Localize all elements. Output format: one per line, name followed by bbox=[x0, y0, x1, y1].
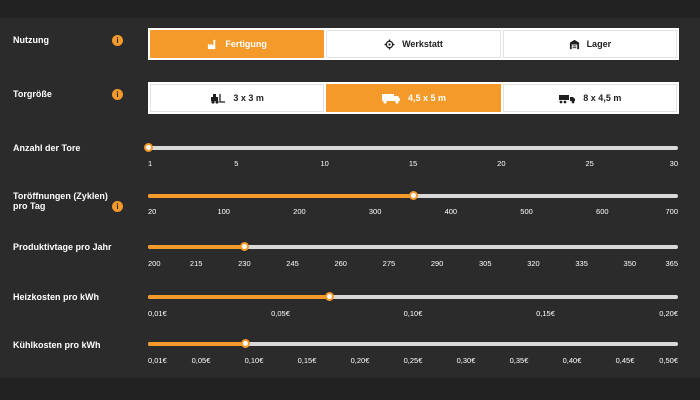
tick-label: 0,35€ bbox=[509, 356, 529, 365]
slider-fill bbox=[148, 245, 245, 249]
heizkosten-ticks: 0,01€ 0,05€ 0,10€ 0,15€ 0,20€ bbox=[148, 309, 678, 319]
tick-label: 0,25€ bbox=[403, 356, 423, 365]
option-label: 3 x 3 m bbox=[233, 93, 264, 103]
tick-label: 0,10€ bbox=[403, 309, 423, 318]
forklift-icon bbox=[211, 93, 226, 104]
anzahl-label: Anzahl der Tore bbox=[13, 143, 81, 153]
slider-thumb[interactable] bbox=[241, 339, 251, 348]
option-label: 4,5 x 5 m bbox=[407, 93, 446, 103]
nutzung-segmented-control: Fertigung Werkstatt Lager bbox=[148, 28, 679, 60]
slider-fill bbox=[148, 342, 246, 346]
option-label: Lager bbox=[586, 39, 612, 49]
truck-icon bbox=[381, 93, 400, 104]
oeffnungen-slider[interactable] bbox=[148, 191, 678, 201]
slider-thumb[interactable] bbox=[240, 242, 250, 251]
tick-label: 260 bbox=[334, 259, 347, 268]
option-label: 8 x 4,5 m bbox=[583, 93, 622, 103]
tick-label: 0,40€ bbox=[562, 356, 582, 365]
slider-fill bbox=[148, 295, 330, 299]
factory-icon bbox=[208, 39, 216, 49]
tick-label: 30 bbox=[669, 159, 678, 168]
tick-label: 335 bbox=[575, 259, 588, 268]
tick-label: 0,50€ bbox=[659, 356, 678, 365]
tick-label: 245 bbox=[286, 259, 299, 268]
tick-label: 5 bbox=[234, 159, 239, 168]
tick-label: 0,15€ bbox=[536, 309, 555, 318]
wrench-gear-icon bbox=[384, 38, 395, 50]
tick-label: 0,20€ bbox=[659, 309, 678, 318]
heizkosten-slider[interactable] bbox=[148, 292, 678, 302]
info-icon[interactable]: i bbox=[112, 35, 123, 46]
slider-track bbox=[148, 146, 678, 150]
tick-label: 200 bbox=[148, 259, 161, 268]
nutzung-label: Nutzung bbox=[13, 35, 49, 45]
slider-thumb[interactable] bbox=[409, 191, 418, 200]
nutzung-option-werkstatt[interactable]: Werkstatt bbox=[326, 30, 501, 58]
tick-label: 0,05€ bbox=[191, 356, 211, 365]
tick-label: 20 bbox=[148, 207, 157, 216]
tick-label: 0,05€ bbox=[271, 309, 290, 318]
tick-label: 300 bbox=[368, 207, 382, 216]
tick-label: 0,15€ bbox=[297, 356, 317, 365]
produktivtage-label: Produktivtage pro Jahr bbox=[13, 242, 112, 252]
produktivtage-ticks: 200 215 230 245 260 275 290 305 320 335 350 365 bbox=[148, 259, 678, 269]
tick-label: 200 bbox=[293, 207, 306, 216]
tick-label: 0,01€ bbox=[148, 356, 167, 365]
torgroesse-label: Torgröße bbox=[13, 89, 52, 99]
bottom-bar bbox=[0, 378, 700, 400]
anzahl-slider[interactable] bbox=[144, 143, 678, 153]
tick-label: 0,45€ bbox=[615, 356, 635, 365]
oeffnungen-ticks: 20 100 200 300 400 500 600 700 bbox=[148, 207, 678, 217]
torgroesse-option-8x4-5[interactable]: 8 x 4,5 m bbox=[502, 84, 677, 112]
tick-label: 1 bbox=[148, 159, 153, 168]
tick-label: 290 bbox=[430, 259, 444, 268]
tick-label: 275 bbox=[382, 259, 396, 268]
nutzung-option-lager[interactable]: Lager bbox=[502, 30, 677, 58]
slider-fill bbox=[148, 194, 413, 198]
tick-label: 400 bbox=[444, 207, 458, 216]
oeffnungen-label: Toröffnungen (Zyklen) pro Tag bbox=[13, 191, 108, 211]
produktivtage-slider[interactable] bbox=[148, 242, 678, 252]
tick-label: 20 bbox=[497, 159, 506, 168]
torgroesse-option-4-5x5[interactable]: 4,5 x 5 m bbox=[326, 84, 501, 112]
tick-label: 0,10€ bbox=[244, 356, 264, 365]
tick-label: 100 bbox=[217, 207, 230, 216]
tick-label: 350 bbox=[623, 259, 637, 268]
kuehlkosten-ticks: 0,01€ 0,05€ 0,10€ 0,15€ 0,20€ 0,25€ 0,30€ 0,35€… bbox=[148, 356, 678, 366]
trailer-truck-icon bbox=[559, 94, 576, 103]
nutzung-option-fertigung[interactable]: Fertigung bbox=[150, 30, 325, 58]
option-label: Fertigung bbox=[225, 39, 267, 49]
tick-label: 700 bbox=[665, 207, 678, 216]
tick-label: 365 bbox=[665, 259, 678, 268]
torgroesse-option-3x3[interactable]: 3 x 3 m bbox=[150, 84, 325, 112]
tick-label: 25 bbox=[585, 159, 594, 168]
anzahl-ticks: 1 5 10 15 20 25 30 bbox=[148, 159, 678, 169]
tick-label: 0,01€ bbox=[148, 309, 167, 318]
tick-label: 320 bbox=[527, 259, 540, 268]
kuehlkosten-label: Kühlkosten pro kWh bbox=[13, 340, 101, 350]
tick-label: 0,20€ bbox=[350, 356, 370, 365]
warehouse-icon bbox=[569, 39, 579, 49]
tick-label: 305 bbox=[479, 259, 492, 268]
tick-label: 215 bbox=[189, 259, 203, 268]
tick-label: 15 bbox=[408, 159, 418, 168]
tick-label: 0,30€ bbox=[456, 356, 476, 365]
slider-thumb[interactable] bbox=[325, 292, 335, 301]
tick-label: 500 bbox=[520, 207, 533, 216]
tick-label: 10 bbox=[320, 159, 329, 168]
info-icon[interactable]: i bbox=[112, 89, 123, 100]
heizkosten-label: Heizkosten pro kWh bbox=[13, 292, 100, 302]
option-label: Werkstatt bbox=[402, 39, 443, 49]
torgroesse-segmented-control: 3 x 3 m 4,5 x 5 m 8 x 4,5 m bbox=[148, 82, 679, 114]
info-icon[interactable]: i bbox=[112, 201, 123, 212]
kuehlkosten-slider[interactable] bbox=[148, 339, 678, 349]
tick-label: 230 bbox=[238, 259, 251, 268]
tick-label: 600 bbox=[596, 207, 609, 216]
slider-thumb[interactable] bbox=[144, 143, 153, 152]
top-bar bbox=[0, 0, 700, 18]
